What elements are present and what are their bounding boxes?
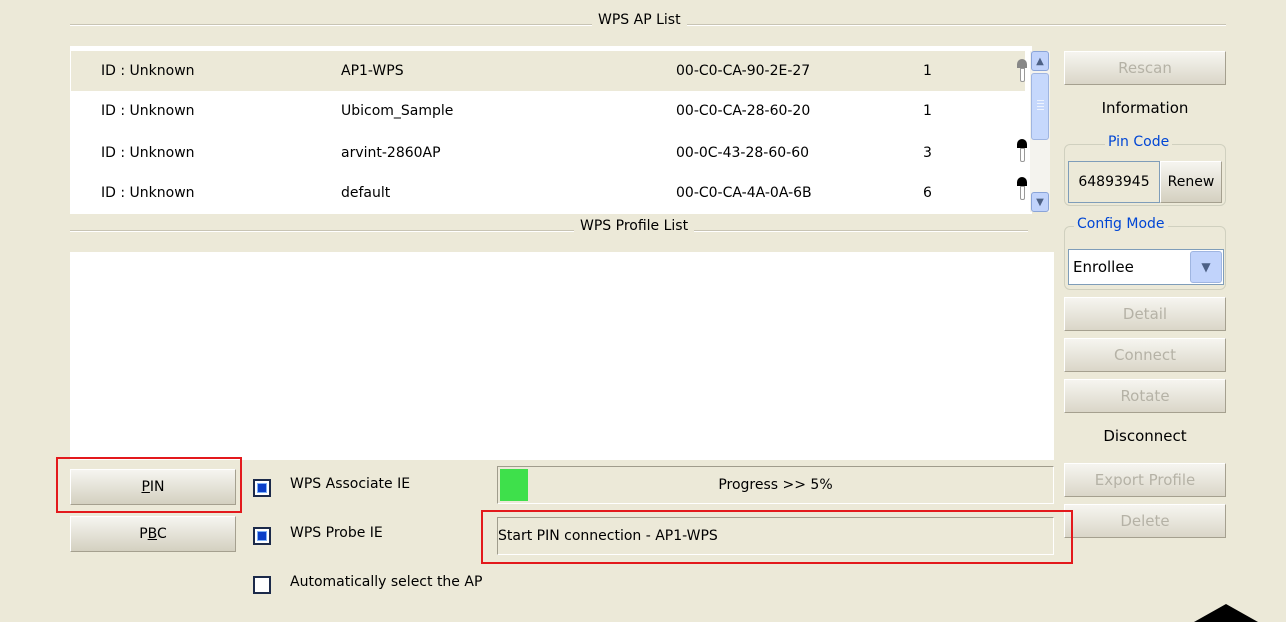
ap-channel: 3 <box>923 145 932 161</box>
export-profile-button[interactable]: Export Profile <box>1064 463 1226 497</box>
ap-id: ID : Unknown <box>101 185 195 201</box>
ap-ssid: AP1-WPS <box>341 63 404 79</box>
disconnect-button[interactable]: Disconnect <box>1064 419 1226 453</box>
ap-list-title: WPS AP List <box>592 12 687 28</box>
detail-button[interactable]: Detail <box>1064 297 1226 331</box>
pin-button-highlight <box>56 457 242 513</box>
ap-bssid: 00-C0-CA-90-2E-27 <box>676 63 811 79</box>
pin-code-field: 64893945 <box>1068 161 1160 203</box>
auto-select-ap-checkbox[interactable] <box>253 576 271 594</box>
ap-bssid: 00-C0-CA-4A-0A-6B <box>676 185 812 201</box>
rescan-button[interactable]: Rescan <box>1064 51 1226 85</box>
ap-list-row[interactable]: ID : Unknown default 00-C0-CA-4A-0A-6B 6 <box>71 173 1027 213</box>
config-mode-value: Enrollee <box>1073 258 1134 276</box>
pbc-button[interactable]: PBC <box>70 516 236 552</box>
lock-icon <box>1015 139 1029 163</box>
ap-list-scrollbar[interactable]: ▲ ▼ <box>1030 51 1050 212</box>
wps-probe-ie-checkbox[interactable] <box>253 527 271 545</box>
grey-lock-icon <box>1015 59 1029 83</box>
lock-icon <box>1015 177 1029 201</box>
profile-list-title: WPS Profile List <box>574 218 695 234</box>
ap-list-row[interactable]: ID : Unknown Ubicom_Sample 00-C0-CA-28-6… <box>71 91 1025 131</box>
progress-text: Progress >> 5% <box>718 477 833 493</box>
scroll-up-icon[interactable]: ▲ <box>1031 51 1049 71</box>
ap-channel: 1 <box>923 63 932 79</box>
ap-ssid: Ubicom_Sample <box>341 103 454 119</box>
ap-bssid: 00-C0-CA-28-60-20 <box>676 103 811 119</box>
ap-list[interactable]: ID : Unknown AP1-WPS 00-C0-CA-90-2E-27 1… <box>70 46 1032 214</box>
ap-ssid: default <box>341 185 391 201</box>
scroll-thumb[interactable] <box>1031 73 1049 140</box>
pin-code-legend: Pin Code <box>1105 134 1173 150</box>
connect-button[interactable]: Connect <box>1064 338 1226 372</box>
status-highlight <box>481 510 1073 564</box>
renew-button[interactable]: Renew <box>1160 161 1222 203</box>
pbc-button-label: PBC <box>139 526 167 542</box>
ap-list-row[interactable]: ID : Unknown AP1-WPS 00-C0-CA-90-2E-27 1 <box>71 51 1027 91</box>
ap-list-row[interactable]: ID : Unknown arvint-2860AP 00-0C-43-28-6… <box>71 133 1027 173</box>
rotate-button[interactable]: Rotate <box>1064 379 1226 413</box>
ap-channel: 1 <box>923 103 932 119</box>
ap-id: ID : Unknown <box>101 145 195 161</box>
scroll-down-icon[interactable]: ▼ <box>1031 192 1049 212</box>
wps-associate-ie-checkbox[interactable] <box>253 479 271 497</box>
ap-id: ID : Unknown <box>101 63 195 79</box>
information-button[interactable]: Information <box>1064 91 1226 125</box>
wps-probe-ie-label: WPS Probe IE <box>290 525 383 541</box>
config-mode-legend: Config Mode <box>1074 216 1168 232</box>
progress-bar: Progress >> 5% <box>497 466 1054 504</box>
profile-list-group-line <box>70 230 1028 232</box>
auto-select-ap-label: Automatically select the AP <box>290 574 483 590</box>
chevron-down-icon[interactable]: ▼ <box>1190 251 1222 283</box>
ap-channel: 6 <box>923 185 932 201</box>
config-mode-select[interactable]: Enrollee ▼ <box>1068 249 1224 285</box>
ap-ssid: arvint-2860AP <box>341 145 441 161</box>
up-arrow-icon <box>1194 604 1258 622</box>
ap-id: ID : Unknown <box>101 103 195 119</box>
wps-associate-ie-label: WPS Associate IE <box>290 476 411 492</box>
ap-bssid: 00-0C-43-28-60-60 <box>676 145 810 161</box>
delete-button[interactable]: Delete <box>1064 504 1226 538</box>
profile-list[interactable] <box>70 252 1054 460</box>
